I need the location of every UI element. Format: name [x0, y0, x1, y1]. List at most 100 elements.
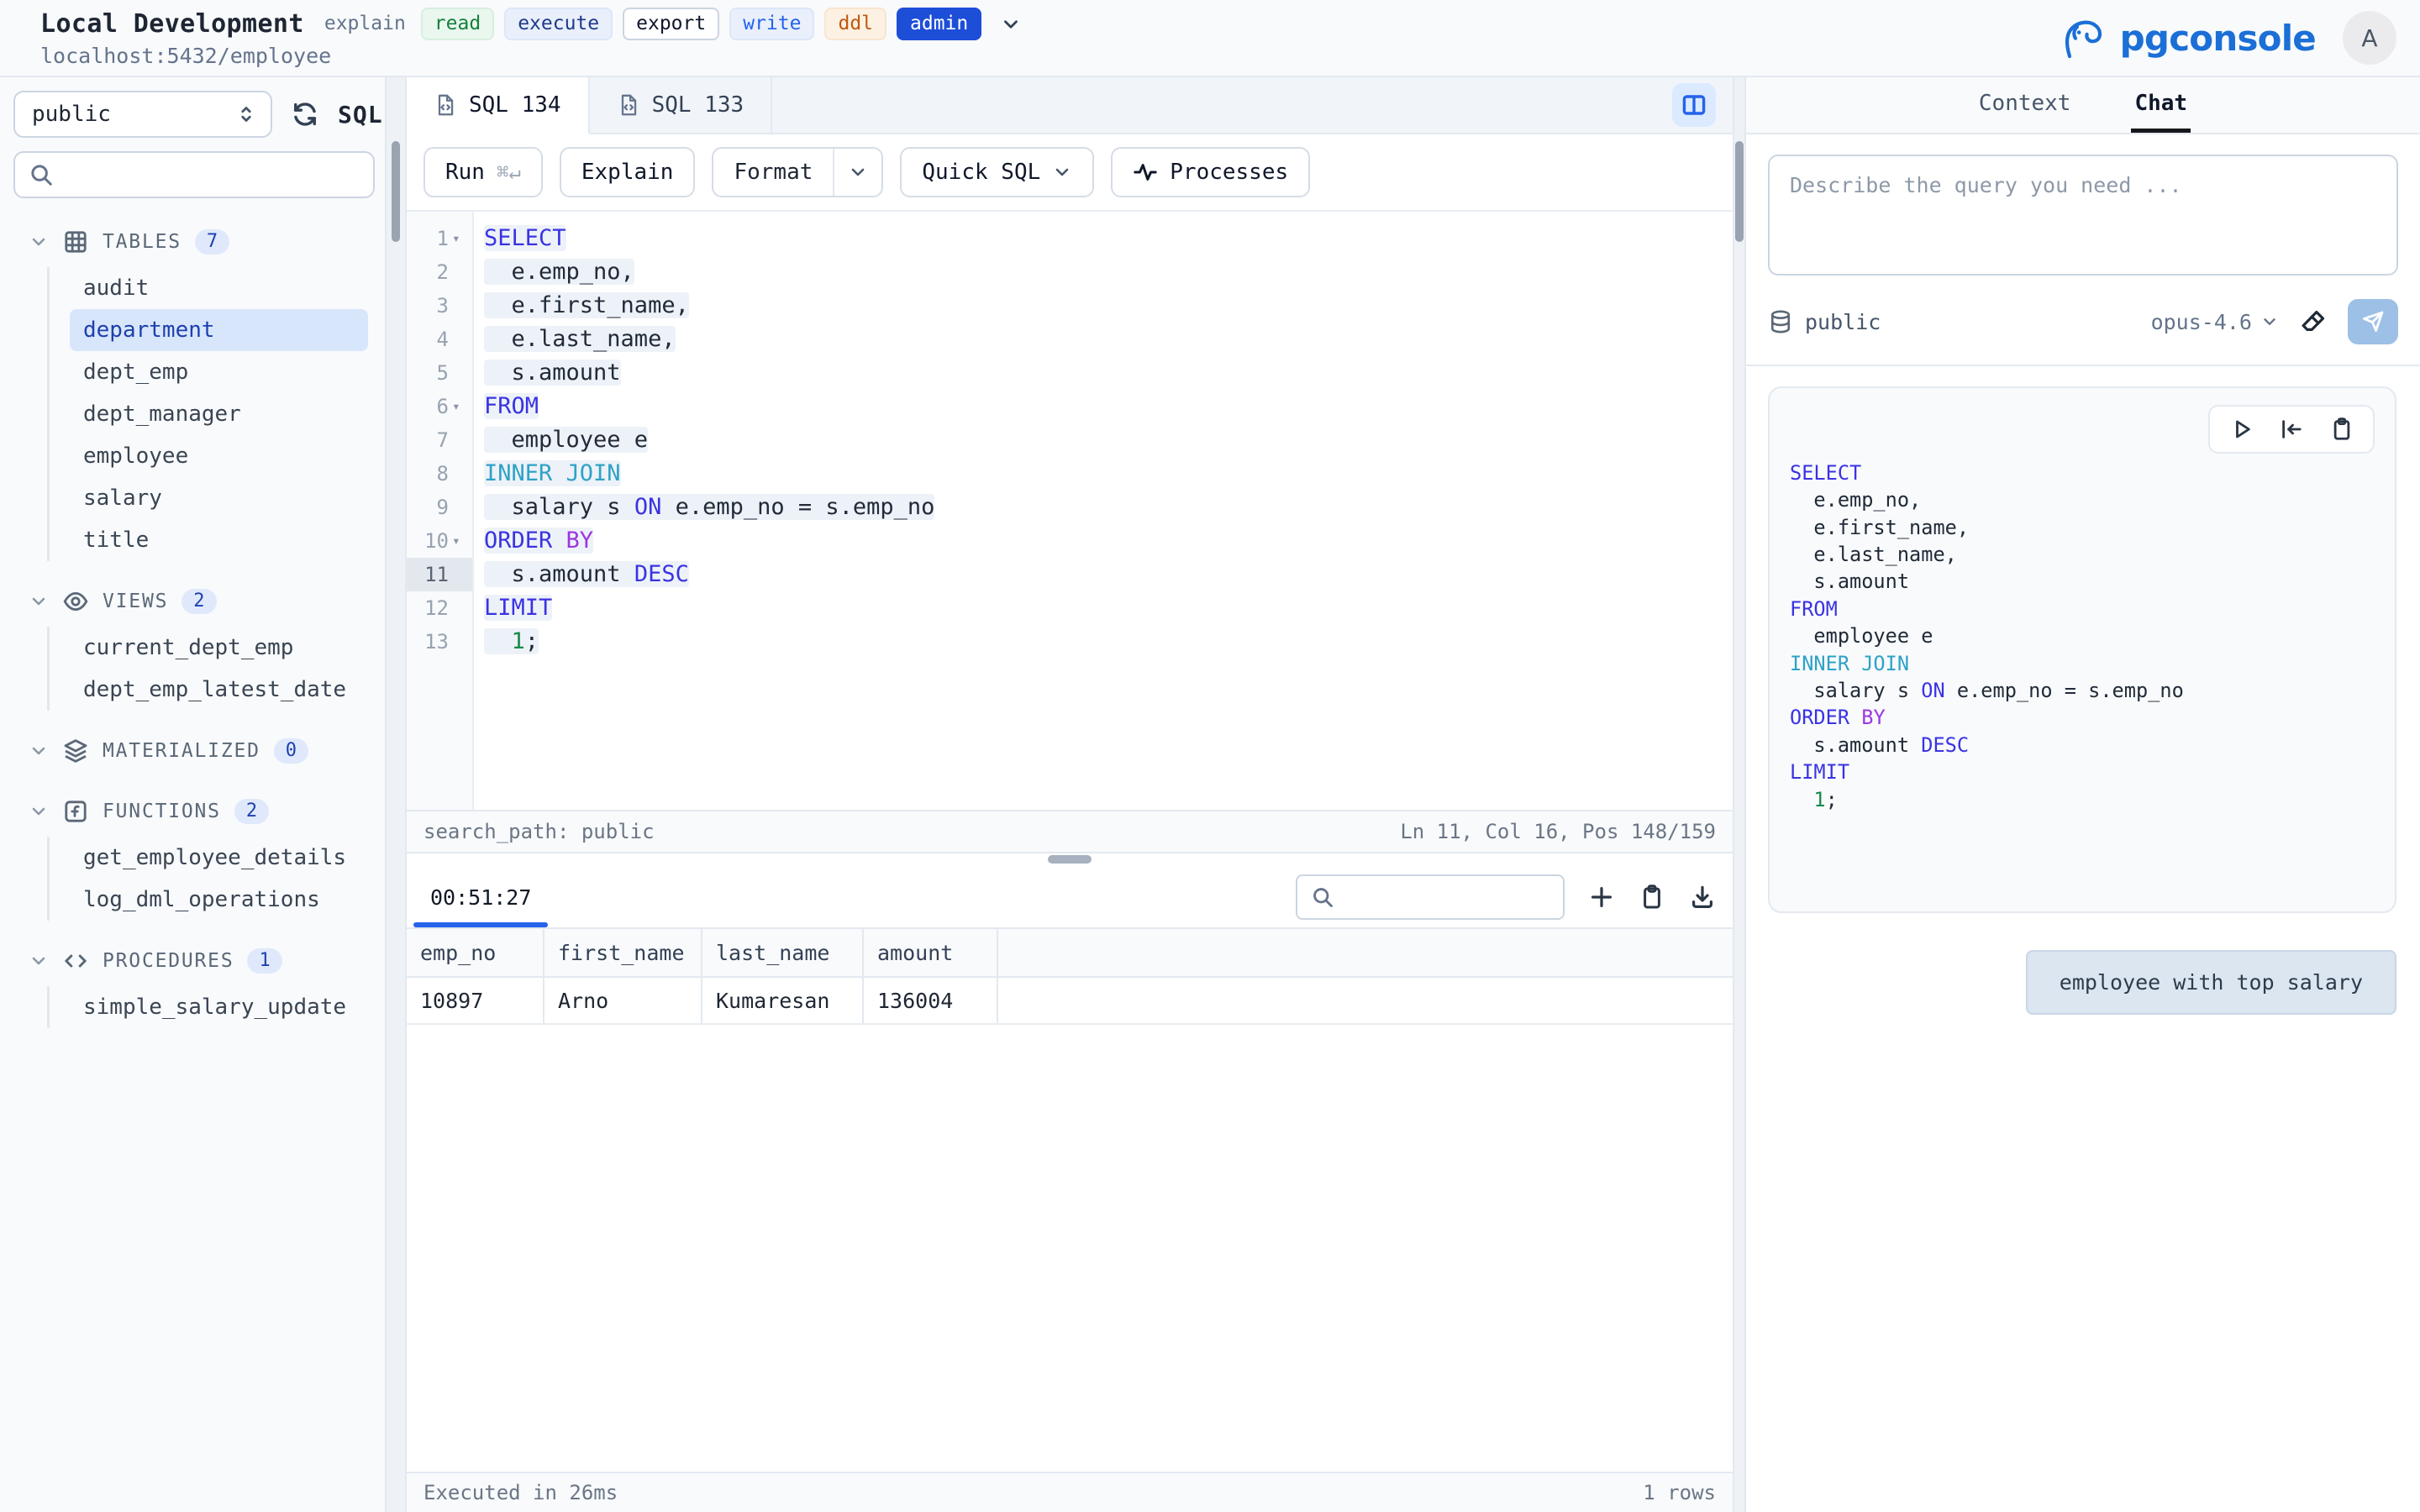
schema-select[interactable]: public	[13, 91, 272, 138]
tree-item-dept_emp[interactable]: dept_emp	[70, 351, 368, 393]
split-view-icon[interactable]	[1672, 83, 1716, 127]
column-header-emp_no[interactable]: emp_no	[407, 929, 544, 976]
sidebar-resizer[interactable]	[387, 77, 405, 1512]
sql-token: s.amount	[1790, 570, 1909, 593]
copy-sql-icon[interactable]	[2329, 417, 2354, 442]
chat-input[interactable]	[1768, 155, 2398, 276]
section-count-badge: 0	[274, 738, 308, 764]
table-cell[interactable]: 10897	[407, 978, 544, 1023]
assistant-code-line-11: s.amount DESC	[1790, 732, 2375, 759]
tree-item-department[interactable]: department	[70, 309, 368, 351]
results-table: emp_nofirst_namelast_nameamount10897Arno…	[407, 927, 1733, 1025]
column-header-amount[interactable]: amount	[864, 929, 998, 976]
fold-marker-icon[interactable]: ▾	[452, 232, 467, 245]
tree-item-log_dml_operations[interactable]: log_dml_operations	[70, 879, 368, 921]
copy-results-icon[interactable]	[1639, 884, 1665, 911]
sql-token	[552, 528, 566, 554]
sql-token: salary s	[484, 494, 634, 520]
logo-text: pgconsole	[2120, 18, 2316, 59]
tree-item-simple_salary_update[interactable]: simple_salary_update	[70, 986, 368, 1028]
assistant-tab-chat[interactable]: Chat	[2131, 77, 2191, 133]
run-button[interactable]: Run ⌘↵	[424, 147, 543, 197]
assistant-code-line-9: salary s ON e.emp_no = s.emp_no	[1790, 677, 2375, 704]
results-resize-handle[interactable]	[1048, 855, 1092, 864]
clear-chat-icon[interactable]	[2299, 307, 2328, 336]
table-cell[interactable]: Kumaresan	[702, 978, 864, 1023]
code-line-6: FROM	[484, 390, 1733, 423]
run-suggestion-icon[interactable]	[2228, 417, 2254, 442]
code-line-text: LIMIT	[484, 595, 552, 621]
assistant-code-line-3: e.first_name,	[1790, 514, 2375, 541]
code-line-text: ORDER BY	[484, 528, 593, 554]
results-search-input[interactable]	[1344, 885, 1549, 909]
tree-item-get_employee_details[interactable]: get_employee_details	[70, 837, 368, 879]
column-header-first_name[interactable]: first_name	[544, 929, 702, 976]
env-badge-ddl: ddl	[824, 8, 886, 40]
editor-tab-sql-133[interactable]: SQL 133	[590, 77, 773, 133]
results-search[interactable]	[1296, 874, 1565, 920]
chevron-down-icon[interactable]	[1000, 13, 1022, 35]
chat-panel-resize-handle[interactable]	[1735, 141, 1744, 242]
quick-sql-button[interactable]: Quick SQL	[900, 147, 1094, 197]
table-cell[interactable]: Arno	[544, 978, 702, 1023]
avatar[interactable]: A	[2343, 11, 2396, 65]
env-badge-execute: execute	[504, 8, 613, 40]
tree-section-tables: TABLES7 auditdepartmentdept_empdept_manag…	[13, 222, 385, 561]
refresh-icon[interactable]	[291, 100, 319, 129]
sidebar-search[interactable]	[13, 151, 375, 198]
sql-token: employee e	[1790, 624, 1933, 648]
editor-statusbar: search_path: public Ln 11, Col 16, Pos 1…	[407, 810, 1733, 853]
line-number: 2	[437, 260, 449, 284]
database-icon	[1768, 309, 1793, 334]
results-resizer[interactable]	[407, 853, 1733, 867]
section-header-views[interactable]: VIEWS2	[13, 581, 385, 622]
tree-item-current_dept_emp[interactable]: current_dept_emp	[70, 627, 368, 669]
table-row[interactable]: 10897ArnoKumaresan136004	[407, 978, 1733, 1025]
tree-item-employee[interactable]: employee	[70, 435, 368, 477]
editor-tab-sql-134[interactable]: SQL 134	[407, 77, 590, 134]
sql-mode-label[interactable]: SQL	[338, 101, 383, 129]
send-icon[interactable]	[2348, 299, 2398, 344]
assistant-tab-context[interactable]: Context	[1975, 77, 2075, 133]
sidebar-resize-handle[interactable]	[392, 141, 400, 242]
assistant-code-line-12: LIMIT	[1790, 759, 2375, 785]
sidebar-search-input[interactable]	[64, 163, 360, 187]
chevron-down-icon	[29, 741, 49, 761]
tree-item-dept_manager[interactable]: dept_manager	[70, 393, 368, 435]
sql-token	[1790, 788, 1813, 811]
assistant-code-line-8: INNER JOIN	[1790, 650, 2375, 677]
cursor-position-status: Ln 11, Col 16, Pos 148/159	[1400, 820, 1716, 843]
sql-editor[interactable]: 1▾23456▾78910▾111213 SELECT e.emp_no, e.…	[407, 212, 1733, 810]
section-items-functions: get_employee_detailslog_dml_operations	[47, 837, 385, 921]
column-header-last_name[interactable]: last_name	[702, 929, 864, 976]
insert-into-editor-icon[interactable]	[2279, 417, 2304, 442]
fold-marker-icon[interactable]: ▾	[452, 400, 467, 413]
search-icon	[1311, 885, 1334, 909]
chat-panel-resizer[interactable]	[1734, 77, 1744, 1512]
table-cell[interactable]: 136004	[864, 978, 998, 1023]
tree-item-title[interactable]: title	[70, 519, 368, 561]
sql-token: ON	[634, 494, 662, 520]
add-result-tab-icon[interactable]	[1588, 884, 1615, 911]
section-header-materialized[interactable]: MATERIALIZED0	[13, 731, 385, 771]
section-header-functions[interactable]: FUNCTIONS2	[13, 791, 385, 832]
editor-code[interactable]: SELECT e.emp_no, e.first_name, e.last_na…	[474, 212, 1733, 810]
fold-marker-icon[interactable]: ▾	[452, 534, 467, 548]
sql-token: e.first_name,	[484, 292, 689, 318]
processes-button[interactable]: Processes	[1111, 147, 1310, 197]
format-dropdown-icon[interactable]	[833, 149, 881, 196]
result-timer-tab[interactable]: 00:51:27	[413, 867, 548, 927]
section-header-tables[interactable]: TABLES7	[13, 222, 385, 262]
code-line-12: LIMIT	[484, 591, 1733, 625]
download-results-icon[interactable]	[1689, 884, 1716, 911]
model-select[interactable]: opus-4.6	[2151, 310, 2279, 334]
explain-button[interactable]: Explain	[560, 147, 696, 197]
tree-item-dept_emp_latest_date[interactable]: dept_emp_latest_date	[70, 669, 368, 711]
schema-select-value: public	[32, 102, 111, 127]
tree-item-salary[interactable]: salary	[70, 477, 368, 519]
section-header-procedures[interactable]: PROCEDURES1	[13, 941, 385, 981]
tree-item-audit[interactable]: audit	[70, 267, 368, 309]
format-button[interactable]: Format	[713, 149, 833, 196]
sql-token: ;	[1826, 788, 1838, 811]
section-count-badge: 1	[247, 948, 281, 974]
